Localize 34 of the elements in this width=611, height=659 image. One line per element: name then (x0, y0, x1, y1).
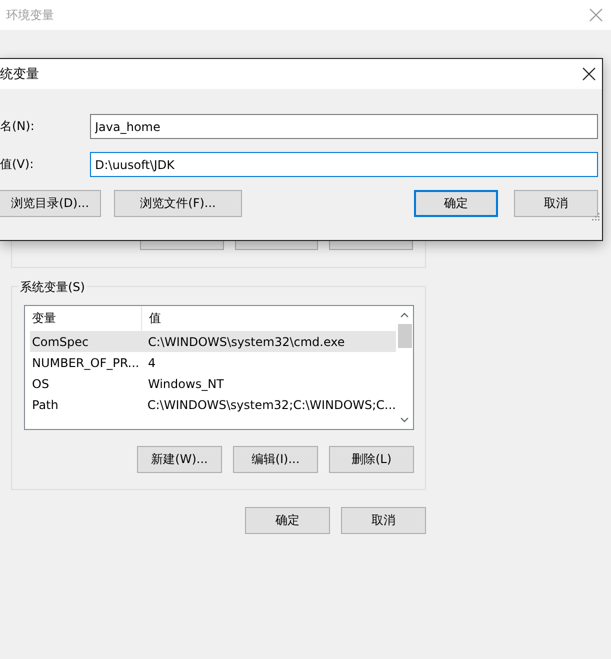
scroll-thumb[interactable] (398, 324, 412, 348)
field-label: 名(N): (0, 118, 34, 135)
table-cell: C:\WINDOWS\system32;C:\WINDOWS;C... (147, 398, 396, 412)
dialog-button[interactable]: 取消 (341, 507, 426, 534)
scroll-down-icon[interactable] (400, 417, 409, 423)
input-field[interactable]: D:\uusoft\JDK (90, 152, 598, 177)
close-icon[interactable] (582, 67, 596, 81)
dialog-button[interactable]: 确定 (245, 507, 330, 534)
dialog-title: 统变量 (0, 66, 39, 83)
resize-grip-icon[interactable] (592, 213, 600, 221)
column-header[interactable]: 值 (142, 306, 161, 331)
scroll-up-icon[interactable] (400, 312, 409, 318)
table-cell-text: Path (31, 398, 60, 412)
dialog-button[interactable]: 取消 (514, 190, 598, 217)
table-cell-text: 4 (148, 356, 157, 370)
table-cell-text: ComSpec (31, 334, 90, 348)
variable-list[interactable]: 变量 值 ComSpec C:\WINDOWS\system32\cmd.exe NUMBER_OF_PR... 4 OS Windows_NT Path C:\WINDOWS\system32;C:\WINDOWS;C... (24, 305, 414, 430)
table-cell-text: NUMBER_OF_PR... (31, 356, 140, 370)
table-cell-text: OS (31, 376, 50, 390)
list-row[interactable]: ComSpec C:\WINDOWS\system32\cmd.exe (30, 331, 396, 352)
list-row[interactable]: NUMBER_OF_PR... 4 (30, 352, 396, 373)
list-row[interactable]: OS Windows_NT (30, 373, 396, 394)
action-button[interactable]: 新建(W)... (137, 446, 222, 473)
field-label: 值(V): (0, 156, 34, 173)
window-title: 环境变量 (6, 6, 54, 24)
list-row[interactable]: Path C:\WINDOWS\system32;C:\WINDOWS;C... (30, 394, 396, 415)
action-button[interactable]: 删除(L) (329, 446, 414, 473)
group-title: 系统变量(S) (18, 279, 87, 296)
action-button[interactable]: 编辑(I)... (233, 446, 318, 473)
table-cell-text: Windows_NT (148, 376, 225, 390)
browse-button[interactable]: 浏览目录(D)... (0, 190, 101, 217)
dialog-button[interactable]: 确定 (414, 190, 498, 217)
browse-button[interactable]: 浏览文件(F)... (114, 190, 242, 217)
table-cell-text: C:\WINDOWS\system32\cmd.exe (148, 334, 346, 348)
